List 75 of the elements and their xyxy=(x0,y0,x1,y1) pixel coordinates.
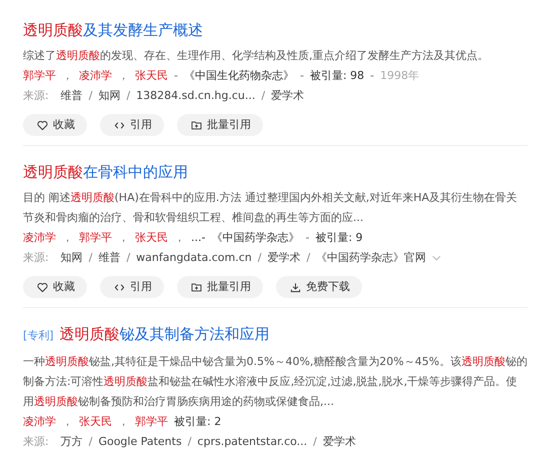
source-label: 来源: xyxy=(23,434,49,450)
folder-plus-icon xyxy=(191,282,202,292)
heart-icon xyxy=(37,282,48,292)
collect-button[interactable]: 收藏 xyxy=(23,114,87,136)
separator: ， xyxy=(118,68,129,84)
source-link[interactable]: wanfangdata.com.cn xyxy=(136,248,252,268)
separator: ， xyxy=(62,414,73,430)
separator: / xyxy=(306,250,310,266)
result-title-link[interactable]: 透明质酸铋及其制备方法和应用 xyxy=(60,325,270,343)
chevron-down-icon[interactable] xyxy=(432,255,442,261)
separator: ， xyxy=(62,230,73,246)
source-label: 来源: xyxy=(23,88,49,104)
source-link[interactable]: 维普 xyxy=(60,86,83,106)
folder-plus-icon xyxy=(191,120,202,130)
heart-icon xyxy=(37,120,48,130)
separator: ， xyxy=(118,230,129,246)
author-link[interactable]: 张天民 xyxy=(135,66,168,86)
download-button[interactable]: 免费下载 xyxy=(276,276,362,298)
author-link[interactable]: 凌沛学 xyxy=(23,412,56,432)
separator: - xyxy=(174,68,178,84)
batch-cite-button[interactable]: 批量引用 xyxy=(177,114,263,136)
separator: - xyxy=(305,230,310,246)
separator: / xyxy=(313,434,317,450)
meta-text: 被引量: 98 xyxy=(310,68,364,84)
separator: / xyxy=(258,250,262,266)
code-icon xyxy=(114,120,125,130)
separator: / xyxy=(88,250,92,266)
separator: / xyxy=(126,88,130,104)
author-link[interactable]: 凌沛学 xyxy=(79,66,112,86)
patent-tag: [专利] xyxy=(23,329,54,342)
meta-text: ...- xyxy=(191,230,206,246)
meta-text: 被引量: 9 xyxy=(315,230,363,246)
separator: / xyxy=(126,250,130,266)
source-link[interactable]: 138284.sd.cn.hg.cu... xyxy=(136,86,256,106)
code-icon xyxy=(114,282,125,292)
batch-cite-button[interactable]: 批量引用 xyxy=(177,276,263,298)
meta-text: 被引量: 2 xyxy=(174,414,222,430)
meta-text: 《中国生化药物杂志》 xyxy=(184,68,294,84)
abstract-text: 目的 阐述透明质酸(HA)在骨科中的应用.方法 通过整理国内外相关文献,对近年来HA及其衍生物在骨关节炎和骨肉瘤的治疗、骨和软骨组织工程、椎间盘的再生等方面的应... xyxy=(23,190,518,226)
author-link[interactable]: 张天民 xyxy=(135,228,168,248)
separator: - xyxy=(370,68,374,84)
meta-text: 《中国药学杂志》 xyxy=(211,230,300,246)
separator: / xyxy=(188,434,192,450)
result-title-link[interactable]: 透明质酸在骨科中的应用 xyxy=(23,163,188,181)
cite-button[interactable]: 引用 xyxy=(100,114,164,136)
separator: ， xyxy=(62,68,73,84)
separator: - xyxy=(300,68,304,84)
author-link[interactable]: 张天民 xyxy=(79,412,112,432)
separator: / xyxy=(88,88,92,104)
source-link[interactable]: 维普 xyxy=(98,248,120,268)
author-link[interactable]: 郭学平 xyxy=(135,412,168,432)
source-link[interactable]: Google Patents xyxy=(98,432,182,452)
separator: / xyxy=(88,434,92,450)
download-icon xyxy=(290,282,301,292)
cite-button[interactable]: 引用 xyxy=(100,276,164,298)
abstract-text: 一种透明质酸铋盐,其特征是干燥品中铋含量为0.5%～40%,糖醛酸含量为20%～45%。该透明质酸铋的制备方法:可溶性透明质酸盐和铋盐在碱性水溶液中反应,经沉淀,过滤,脱盐,脱水,干燥等步骤得产品。使用透明质酸铋制备预防和治疗胃肠疾病用途的药物或保健食品,... xyxy=(23,354,528,410)
source-link[interactable]: cprs.patentstar.co... xyxy=(197,432,308,452)
result-title-link[interactable]: 透明质酸及其发酵生产概述 xyxy=(23,21,203,39)
abstract-text: 综述了透明质酸的发现、存在、生理作用、化学结构及性质,重点介绍了发酵生产方法及其优点。 xyxy=(23,48,490,64)
source-link[interactable]: 知网 xyxy=(98,86,120,106)
author-link[interactable]: 凌沛学 xyxy=(23,228,56,248)
source-link[interactable]: 爱学术 xyxy=(267,248,300,268)
source-link[interactable]: 《中国药学杂志》官网 xyxy=(316,248,426,268)
source-link[interactable]: 爱学术 xyxy=(322,432,356,452)
source-link[interactable]: 知网 xyxy=(60,248,83,268)
collect-button[interactable]: 收藏 xyxy=(23,276,87,298)
separator: ， xyxy=(118,414,129,430)
separator: / xyxy=(261,88,266,104)
separator: ， xyxy=(174,230,185,246)
author-link[interactable]: 郭学平 xyxy=(79,228,112,248)
source-label: 来源: xyxy=(23,250,49,266)
author-link[interactable]: 郭学平 xyxy=(23,66,56,86)
year-text: 1998年 xyxy=(380,68,420,84)
source-link[interactable]: 万方 xyxy=(60,432,83,452)
source-link[interactable]: 爱学术 xyxy=(271,86,304,106)
